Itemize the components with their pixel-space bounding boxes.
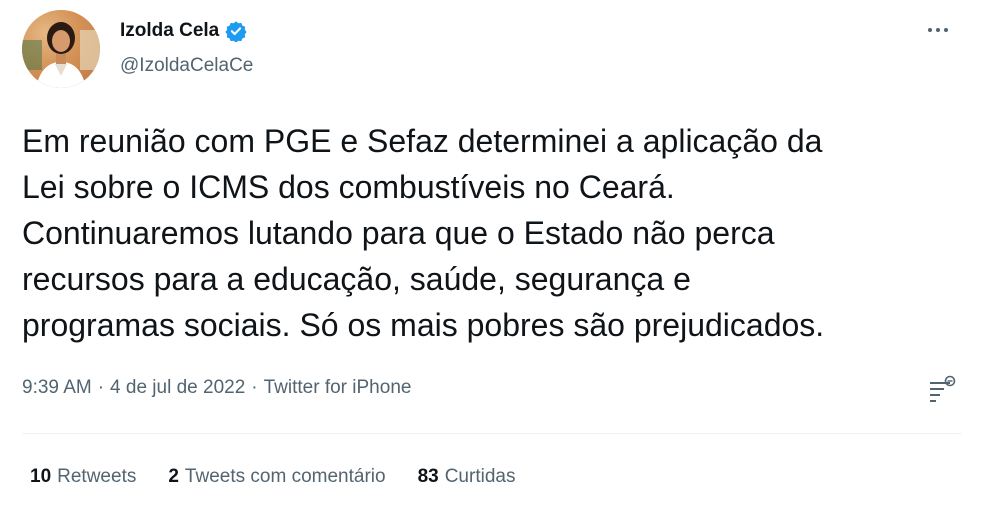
- tweet-text: Em reunião com PGE e Sefaz determinei a …: [22, 118, 962, 348]
- tweet-text-line: recursos para a educação, saúde, seguran…: [22, 261, 691, 297]
- tweet-text-line: Em reunião com PGE e Sefaz determinei a …: [22, 123, 823, 159]
- tweet-source[interactable]: Twitter for iPhone: [264, 377, 412, 399]
- likes-label: Curtidas: [444, 466, 516, 487]
- author-name[interactable]: Izolda Cela: [120, 20, 247, 42]
- tweet-time[interactable]: 9:39 AM: [22, 377, 92, 399]
- verified-badge-icon: [225, 21, 247, 42]
- likes-count: 83: [417, 466, 439, 487]
- quote-tweets-label: Tweets com comentário: [184, 466, 386, 487]
- more-options-icon[interactable]: [920, 18, 956, 42]
- author-name-text: Izolda Cela: [120, 20, 220, 41]
- tweet-card: Izolda Cela @IzoldaCelaCe Em reunião com…: [0, 0, 984, 514]
- analytics-icon[interactable]: [925, 374, 959, 408]
- meta-separator: ·: [97, 377, 105, 398]
- avatar[interactable]: [22, 10, 100, 88]
- retweets-count: 10: [30, 466, 52, 487]
- quote-tweets-stat[interactable]: 2 Tweets com comentário: [168, 466, 385, 488]
- tweet-meta: 9:39 AM · 4 de jul de 2022 · Twitter for…: [22, 377, 411, 399]
- author-handle[interactable]: @IzoldaCelaCe: [120, 55, 253, 77]
- likes-stat[interactable]: 83 Curtidas: [418, 466, 516, 488]
- retweets-label: Retweets: [57, 466, 137, 487]
- tweet-stats: 10 Retweets 2 Tweets com comentário 83 C…: [30, 466, 547, 488]
- retweets-stat[interactable]: 10 Retweets: [30, 466, 136, 488]
- meta-separator: ·: [251, 377, 258, 398]
- divider: [22, 433, 962, 434]
- quote-tweets-count: 2: [168, 466, 179, 487]
- tweet-date[interactable]: 4 de jul de 2022: [110, 377, 245, 399]
- tweet-text-line: Continuaremos lutando para que o Estado …: [22, 215, 775, 251]
- tweet-text-line: Lei sobre o ICMS dos combustíveis no Cea…: [22, 169, 675, 205]
- tweet-text-line: programas sociais. Só os mais pobres são…: [22, 307, 825, 343]
